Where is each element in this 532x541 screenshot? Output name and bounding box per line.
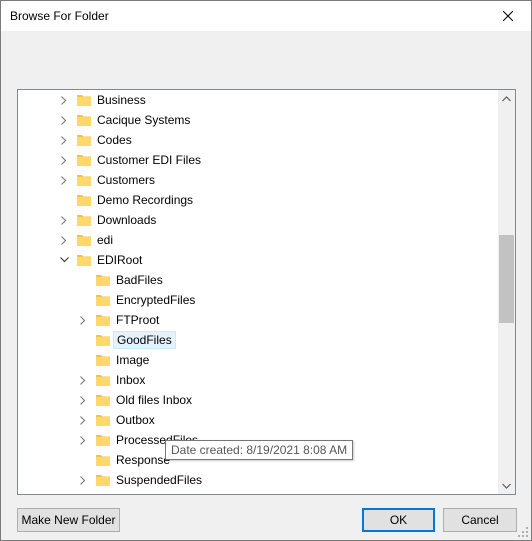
tree-item[interactable]: Downloads xyxy=(18,210,498,230)
chevron-right-icon[interactable] xyxy=(75,370,91,390)
chevron-right-icon[interactable] xyxy=(56,210,72,230)
chevron-right-icon[interactable] xyxy=(56,90,72,110)
tree-item[interactable]: FTProot xyxy=(18,310,498,330)
tree-item-label: SuspendedFiles xyxy=(116,473,203,487)
date-created-tooltip: Date created: 8/19/2021 8:08 AM xyxy=(165,440,354,460)
chevron-right-icon[interactable] xyxy=(75,430,91,450)
vertical-scrollbar[interactable] xyxy=(498,90,515,494)
tree-item-label: Outbox xyxy=(116,413,155,427)
folder-icon xyxy=(95,472,111,488)
browse-for-folder-dialog: Browse For Folder Business Cacique System… xyxy=(0,0,532,541)
chevron-right-icon[interactable] xyxy=(75,390,91,410)
chevron-down-icon xyxy=(502,483,511,489)
tree-item-label: Codes xyxy=(97,133,132,147)
folder-icon xyxy=(95,392,111,408)
folder-icon xyxy=(95,292,111,308)
tree-item-label: BadFiles xyxy=(116,273,163,287)
close-button[interactable] xyxy=(485,1,531,31)
tree-item-label: Downloads xyxy=(97,213,157,227)
folder-icon xyxy=(95,312,111,328)
title-bar: Browse For Folder xyxy=(1,1,531,31)
tree-item-label: FTProot xyxy=(116,313,160,327)
folder-icon xyxy=(76,212,92,228)
tree-item-label: Customers xyxy=(97,173,156,187)
tree-item-label: GoodFiles xyxy=(113,331,176,349)
tree-item[interactable]: Inbox xyxy=(18,370,498,390)
tree-item[interactable]: Image xyxy=(18,350,498,370)
scroll-down-button[interactable] xyxy=(498,477,515,494)
tree-item[interactable]: edi xyxy=(18,230,498,250)
resize-grip-icon[interactable] xyxy=(517,526,529,538)
tree-item-label: EDIRoot xyxy=(97,253,143,267)
folder-icon xyxy=(76,232,92,248)
tree-item[interactable]: Old files Inbox xyxy=(18,390,498,410)
tree-item-label: Inbox xyxy=(116,373,146,387)
tree-item-label: Old files Inbox xyxy=(116,393,193,407)
tree-item[interactable]: GoodFiles xyxy=(18,330,498,350)
scrollbar-thumb[interactable] xyxy=(499,235,514,323)
folder-icon xyxy=(76,112,92,128)
tree-item[interactable]: Cacique Systems xyxy=(18,110,498,130)
tree-item[interactable]: BadFiles xyxy=(18,270,498,290)
tree-item-label: Business xyxy=(97,93,146,107)
chevron-right-icon[interactable] xyxy=(56,230,72,250)
close-icon xyxy=(503,11,513,21)
chevron-up-icon xyxy=(502,95,511,101)
scroll-up-button[interactable] xyxy=(498,90,515,107)
window-title: Browse For Folder xyxy=(10,9,109,23)
tree-item-label: Cacique Systems xyxy=(97,113,191,127)
folder-icon xyxy=(95,352,111,368)
chevron-right-icon[interactable] xyxy=(75,410,91,430)
chevron-right-icon[interactable] xyxy=(75,470,91,490)
chevron-right-icon[interactable] xyxy=(56,110,72,130)
tree-item[interactable]: Business xyxy=(18,90,498,110)
tree-item[interactable]: EDIRoot xyxy=(18,250,498,270)
ok-button[interactable]: OK xyxy=(362,508,435,532)
tree-item-label: EncryptedFiles xyxy=(116,293,196,307)
folder-icon xyxy=(76,172,92,188)
chevron-right-icon[interactable] xyxy=(56,170,72,190)
chevron-right-icon[interactable] xyxy=(56,130,72,150)
folder-icon xyxy=(76,192,92,208)
folder-icon xyxy=(76,132,92,148)
tree-item[interactable]: Codes xyxy=(18,130,498,150)
folder-icon xyxy=(95,412,111,428)
tree-item-label: edi xyxy=(97,233,114,247)
tree-item-label: Image xyxy=(116,353,150,367)
folder-icon xyxy=(76,92,92,108)
folder-icon xyxy=(95,332,111,348)
folder-icon xyxy=(76,152,92,168)
folder-icon xyxy=(95,372,111,388)
chevron-down-icon[interactable] xyxy=(56,250,72,270)
folder-icon xyxy=(76,252,92,268)
tree-item[interactable]: Demo Recordings xyxy=(18,190,498,210)
tree-item[interactable]: Customers xyxy=(18,170,498,190)
folder-icon xyxy=(95,272,111,288)
chevron-right-icon[interactable] xyxy=(75,310,91,330)
make-new-folder-button[interactable]: Make New Folder xyxy=(17,508,120,532)
tree-item-label: Demo Recordings xyxy=(97,193,194,207)
tree-item[interactable]: Customer EDI Files xyxy=(18,150,498,170)
tree-item[interactable]: SuspendedFiles xyxy=(18,470,498,490)
tree-item-label: Customer EDI Files xyxy=(97,153,202,167)
tree-item[interactable]: Outbox xyxy=(18,410,498,430)
cancel-button[interactable]: Cancel xyxy=(443,508,517,532)
folder-tree[interactable]: Business Cacique Systems Codes Customer EDI… xyxy=(17,89,516,495)
tree-item[interactable]: EncryptedFiles xyxy=(18,290,498,310)
folder-icon xyxy=(95,452,111,468)
folder-icon xyxy=(95,432,111,448)
chevron-right-icon[interactable] xyxy=(56,150,72,170)
